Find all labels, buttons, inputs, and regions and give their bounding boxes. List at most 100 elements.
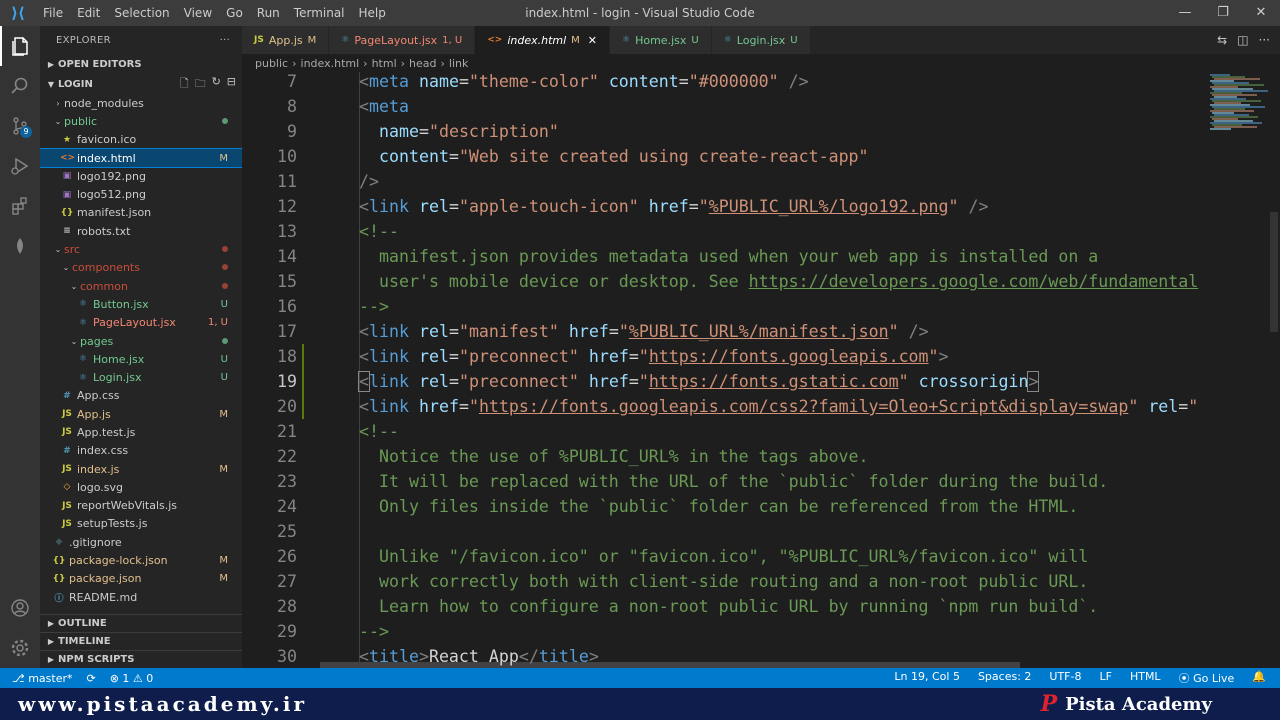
tree-file[interactable]: {} manifest.json <box>40 204 242 222</box>
tree-file[interactable]: ⚛ PageLayout.jsx 1, U <box>40 314 242 332</box>
tree-file[interactable]: ◇ logo.svg <box>40 478 242 496</box>
menu-help[interactable]: Help <box>352 0 393 26</box>
menu-run[interactable]: Run <box>250 0 287 26</box>
tree-file[interactable]: {} package.json M <box>40 570 242 588</box>
refresh-icon[interactable]: ↻ <box>212 75 221 94</box>
code-line[interactable]: 15 user's mobile device or desktop. See h… <box>242 269 1280 294</box>
code-editor[interactable]: 7 <meta name="theme-color" content="#0000… <box>242 72 1280 668</box>
indentation[interactable]: Spaces: 2 <box>978 670 1031 686</box>
source-control-icon[interactable]: 9 <box>0 106 40 146</box>
encoding[interactable]: UTF-8 <box>1049 670 1081 686</box>
code-line[interactable]: 20 <link href="https://fonts.googleapis.c… <box>242 394 1280 419</box>
new-folder-icon[interactable]: 🗀 <box>195 75 206 94</box>
tree-folder[interactable]: ⌄ pages <box>40 332 242 350</box>
sync-icon[interactable]: ⟳ <box>86 672 95 685</box>
code-line[interactable]: 21 <!-- <box>242 419 1280 444</box>
notifications-bell-icon[interactable]: 🔔 <box>1252 670 1266 686</box>
split-editor-icon[interactable]: ◫ <box>1237 33 1248 47</box>
end-of-line[interactable]: LF <box>1099 670 1111 686</box>
breadcrumb-item[interactable]: public <box>255 57 288 70</box>
code-line[interactable]: 22 Notice the use of %PUBLIC_URL% in the … <box>242 444 1280 469</box>
go-live-button[interactable]: ⦿ Go Live <box>1179 670 1235 686</box>
tree-folder[interactable]: ⌄ common <box>40 277 242 295</box>
more-actions-icon[interactable]: ··· <box>220 35 230 46</box>
tree-file[interactable]: ⚛ Login.jsx U <box>40 368 242 386</box>
menu-edit[interactable]: Edit <box>70 0 107 26</box>
tree-file[interactable]: ⚛ Home.jsx U <box>40 350 242 368</box>
compare-changes-icon[interactable]: ⇆ <box>1217 33 1227 47</box>
cursor-position[interactable]: Ln 19, Col 5 <box>894 670 960 686</box>
explorer-icon[interactable] <box>0 26 40 66</box>
settings-gear-icon[interactable] <box>0 628 40 668</box>
code-line[interactable]: 11 /> <box>242 169 1280 194</box>
code-line[interactable]: 27 work correctly both with client-side r… <box>242 569 1280 594</box>
npm-scripts-section[interactable]: ▶ NPM SCRIPTS <box>40 650 242 668</box>
tree-file[interactable]: JS setupTests.js <box>40 515 242 533</box>
code-line[interactable]: 30 <title>React App</title> <box>242 644 1280 668</box>
code-line[interactable]: 17 <link rel="manifest" href="%PUBLIC_URL… <box>242 319 1280 344</box>
breadcrumb-item[interactable]: head <box>409 57 436 70</box>
menu-file[interactable]: File <box>36 0 70 26</box>
code-line[interactable]: 9 name="description" <box>242 119 1280 144</box>
tree-file[interactable]: {} package-lock.json M <box>40 551 242 569</box>
code-line[interactable]: 26 Unlike "/favicon.ico" or "favicon.ico"… <box>242 544 1280 569</box>
tree-file[interactable]: ▣ logo512.png <box>40 185 242 203</box>
tree-file[interactable]: JS index.js M <box>40 460 242 478</box>
open-editors-section[interactable]: ▶ OPEN EDITORS <box>40 54 242 74</box>
tab-home-jsx[interactable]: ⚛ Home.jsx U <box>610 26 712 54</box>
tab-pagelayout-jsx[interactable]: ⚛ PageLayout.jsx 1, U <box>329 26 476 54</box>
tree-file[interactable]: <> index.html M <box>40 147 242 169</box>
tab-login-jsx[interactable]: ⚛ Login.jsx U <box>711 26 811 54</box>
code-line[interactable]: 12 <link rel="apple-touch-icon" href="%PU… <box>242 194 1280 219</box>
tree-file[interactable]: JS App.js M <box>40 405 242 423</box>
breadcrumb-item[interactable]: link <box>449 57 468 70</box>
code-line[interactable]: 10 content="Web site created using create… <box>242 144 1280 169</box>
tree-folder[interactable]: ⌄ components <box>40 259 242 277</box>
tree-file[interactable]: # App.css <box>40 387 242 405</box>
menu-go[interactable]: Go <box>219 0 250 26</box>
code-line[interactable]: 14 manifest.json provides metadata used w… <box>242 244 1280 269</box>
language-mode[interactable]: HTML <box>1130 670 1161 686</box>
tree-file[interactable]: JS App.test.js <box>40 423 242 441</box>
menu-selection[interactable]: Selection <box>107 0 176 26</box>
code-line[interactable]: 19 <link rel="preconnect" href="https://f… <box>242 369 1280 394</box>
tree-file[interactable]: ▣ logo192.png <box>40 167 242 185</box>
extensions-icon[interactable] <box>0 186 40 226</box>
problems-indicator[interactable]: ⊗ 1 ⚠ 0 <box>110 672 154 685</box>
code-line[interactable]: 25 <box>242 519 1280 544</box>
tree-file[interactable]: ◆ .gitignore <box>40 533 242 551</box>
outline-section[interactable]: ▶ OUTLINE <box>40 614 242 632</box>
close-tab-icon[interactable]: ✕ <box>588 34 597 47</box>
tree-folder[interactable]: ⌄ src <box>40 240 242 258</box>
code-line[interactable]: 16 --> <box>242 294 1280 319</box>
code-line[interactable]: 7 <meta name="theme-color" content="#0000… <box>242 72 1280 94</box>
code-line[interactable]: 23 It will be replaced with the URL of th… <box>242 469 1280 494</box>
tree-file[interactable]: ⓘ README.md <box>40 588 242 606</box>
breadcrumb-item[interactable]: index.html <box>301 57 360 70</box>
tree-folder[interactable]: ⌄ public <box>40 112 242 130</box>
mongodb-leaf-icon[interactable] <box>0 226 40 266</box>
tree-file[interactable]: ≡ robots.txt <box>40 222 242 240</box>
tree-file[interactable]: ⚛ Button.jsx U <box>40 295 242 313</box>
run-debug-icon[interactable] <box>0 146 40 186</box>
code-line[interactable]: 18 <link rel="preconnect" href="https://f… <box>242 344 1280 369</box>
tree-folder[interactable]: › node_modules <box>40 94 242 112</box>
minimize-button[interactable]: — <box>1166 0 1204 26</box>
timeline-section[interactable]: ▶ TIMELINE <box>40 632 242 650</box>
more-actions-icon[interactable]: ··· <box>1259 33 1270 47</box>
code-line[interactable]: 8 <meta <box>242 94 1280 119</box>
code-line[interactable]: 13 <!-- <box>242 219 1280 244</box>
collapse-all-icon[interactable]: ⊟ <box>227 75 236 94</box>
maximize-button[interactable]: ❐ <box>1204 0 1242 26</box>
search-icon[interactable] <box>0 66 40 106</box>
new-file-icon[interactable]: 🗋 <box>180 75 189 94</box>
tree-file[interactable]: # index.css <box>40 442 242 460</box>
project-section[interactable]: ▼ LOGIN 🗋 🗀 ↻ ⊟ <box>40 74 242 94</box>
accounts-icon[interactable] <box>0 588 40 628</box>
code-line[interactable]: 24 Only files inside the `public` folder … <box>242 494 1280 519</box>
tab-index-html[interactable]: <> index.html M ✕ <box>475 26 611 54</box>
code-line[interactable]: 28 Learn how to configure a non-root publ… <box>242 594 1280 619</box>
tab-app-js[interactable]: JS App.js M <box>242 26 330 54</box>
menu-view[interactable]: View <box>177 0 219 26</box>
tree-file[interactable]: ★ favicon.ico <box>40 131 242 149</box>
